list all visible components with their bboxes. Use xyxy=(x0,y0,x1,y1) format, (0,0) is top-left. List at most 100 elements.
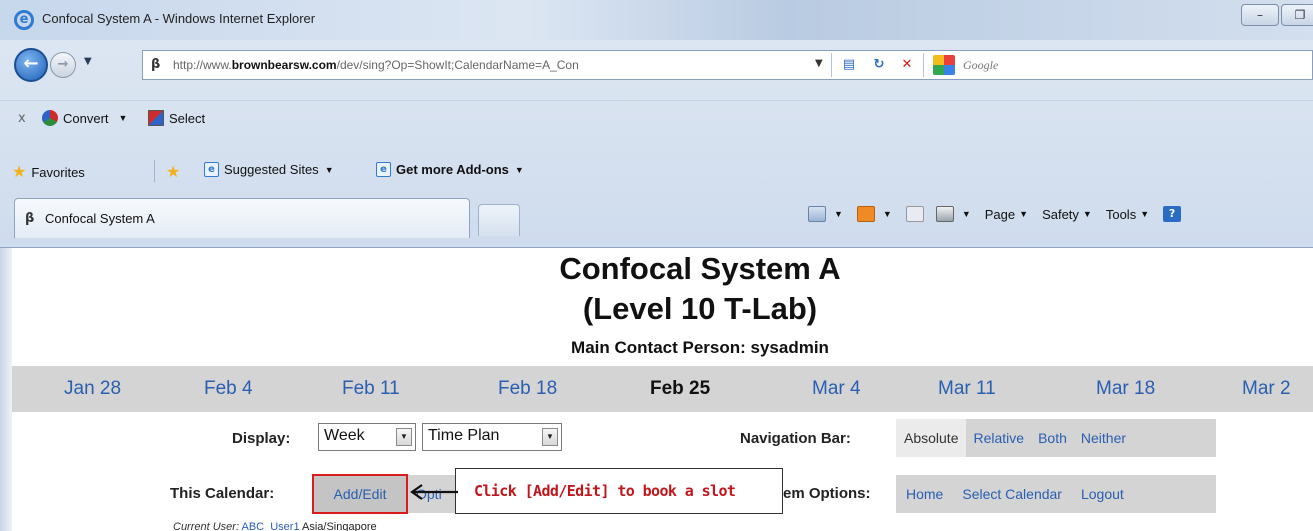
window-title: Confocal System A - Windows Internet Exp… xyxy=(42,11,316,26)
calendar-title: Confocal System A xyxy=(559,251,841,286)
search-input[interactable]: Google xyxy=(963,58,998,73)
refresh-icon[interactable]: ↻ xyxy=(869,56,889,74)
feeds-dropdown-icon[interactable]: ▼ xyxy=(883,209,892,219)
print-icon[interactable] xyxy=(935,206,954,222)
page-menu-label: Page xyxy=(984,206,1016,222)
page-content: Confocal System A (Level 10 T-Lab) Main … xyxy=(0,248,1313,531)
help-icon[interactable]: ? xyxy=(1163,206,1182,222)
week-current-feb-25: Feb 25 xyxy=(650,378,711,399)
tools-dropdown-icon[interactable]: ▼ xyxy=(1140,209,1149,219)
display-view-select[interactable]: Week ▼ xyxy=(318,423,416,451)
suggested-sites-link[interactable]: e Suggested Sites ▼ xyxy=(204,162,334,177)
tools-menu[interactable]: Tools xyxy=(1106,207,1136,222)
url-path: /dev/sing?Op=ShowIt;CalendarName=A_Con xyxy=(336,58,579,72)
logout-link[interactable]: Logout xyxy=(1069,486,1131,502)
week-link-mar-25[interactable]: Mar 2 xyxy=(1242,378,1291,400)
addon-command-bar: x Convert ▼ Select xyxy=(0,100,1313,138)
nav-option-both[interactable]: Both xyxy=(1031,430,1074,446)
week-navigation-bar: Jan 28 Feb 4 Feb 11 Feb 18 Feb 25 Mar 4 … xyxy=(12,366,1313,412)
chevron-down-icon: ▼ xyxy=(542,428,558,446)
callout-text: Click [Add/Edit] to book a slot xyxy=(474,482,736,500)
safety-menu-label: Safety xyxy=(1042,206,1079,222)
week-link-feb-4[interactable]: Feb 4 xyxy=(204,378,253,400)
get-addons-link[interactable]: e Get more Add-ons ▼ xyxy=(376,162,524,177)
compatibility-view-icon[interactable]: ▤ xyxy=(839,56,859,74)
tab-bar: β Confocal System A ▼ ▼ ▼ Page ▼ Safety … xyxy=(0,196,1313,242)
maximize-button[interactable]: ❐ xyxy=(1281,4,1313,26)
convert-dropdown-icon[interactable]: ▼ xyxy=(119,113,128,123)
display-label: Display: xyxy=(232,430,291,447)
home-link[interactable]: Home xyxy=(896,486,950,502)
safety-dropdown-icon[interactable]: ▼ xyxy=(1083,209,1092,219)
feeds-icon[interactable] xyxy=(856,206,875,222)
week-link-mar-4[interactable]: Mar 4 xyxy=(812,378,861,400)
page-menu[interactable]: Page xyxy=(985,207,1015,222)
tab-confocal-system-a[interactable]: β Confocal System A xyxy=(14,198,470,238)
favorites-label: Favorites xyxy=(31,164,85,180)
display-view-value: Week xyxy=(324,427,365,444)
week-link-feb-18[interactable]: Feb 18 xyxy=(498,378,557,400)
home-icon[interactable] xyxy=(808,206,826,222)
current-user-link[interactable]: ABC_User1 xyxy=(241,521,299,531)
stop-icon[interactable]: ✕ xyxy=(897,56,917,74)
navigation-toolbar: ← → ▼ β http://www.brownbearsw.com/dev/s… xyxy=(0,40,1313,88)
history-dropdown-icon[interactable]: ▼ xyxy=(84,56,92,67)
home-dropdown-icon[interactable]: ▼ xyxy=(834,209,843,219)
minimize-button[interactable]: – xyxy=(1241,4,1279,26)
address-bar[interactable]: β http://www.brownbearsw.com/dev/sing?Op… xyxy=(142,50,1313,80)
nav-option-absolute[interactable]: Absolute xyxy=(896,419,967,457)
favorites-button[interactable]: ★ Favorites xyxy=(12,162,85,182)
page-dropdown-icon[interactable]: ▼ xyxy=(1019,209,1028,219)
close-toolbar-icon[interactable]: x xyxy=(18,111,26,126)
display-plan-value: Time Plan xyxy=(428,427,500,444)
safety-menu[interactable]: Safety xyxy=(1042,207,1079,222)
week-link-jan-28[interactable]: Jan 28 xyxy=(64,378,121,400)
tab-favicon-icon: β xyxy=(25,211,35,226)
nav-option-neither[interactable]: Neither xyxy=(1074,430,1133,446)
instruction-callout: Click [Add/Edit] to book a slot xyxy=(455,468,783,514)
tools-menu-label: Tools xyxy=(1105,206,1137,222)
new-tab-button[interactable] xyxy=(478,204,520,236)
select-calendar-link[interactable]: Select Calendar xyxy=(950,486,1069,502)
favorites-divider xyxy=(154,160,155,182)
system-options-label: em Options: xyxy=(783,485,871,502)
display-plan-select[interactable]: Time Plan ▼ xyxy=(422,423,562,451)
search-divider xyxy=(923,53,924,77)
week-link-mar-11[interactable]: Mar 11 xyxy=(938,378,996,400)
calendar-subtitle: (Level 10 T-Lab) xyxy=(582,291,818,326)
navigation-bar-options: Absolute Relative Both Neither xyxy=(896,419,1216,457)
system-options-bar: Home Select Calendar Logout xyxy=(896,475,1216,513)
internet-explorer-icon: e xyxy=(14,10,34,30)
address-divider xyxy=(831,53,832,77)
read-mail-icon[interactable] xyxy=(905,206,924,222)
forward-button[interactable]: → xyxy=(50,52,76,78)
url-prefix: http://www. xyxy=(173,58,232,72)
print-dropdown-icon[interactable]: ▼ xyxy=(962,209,971,219)
back-button[interactable]: ← xyxy=(14,48,48,82)
select-button[interactable]: Select xyxy=(148,110,205,126)
window-titlebar[interactable]: e Confocal System A - Windows Internet E… xyxy=(0,0,1313,40)
get-addons-dropdown-icon[interactable]: ▼ xyxy=(515,165,524,175)
week-link-feb-11[interactable]: Feb 11 xyxy=(342,378,400,400)
convert-icon xyxy=(42,110,58,126)
week-link-mar-18[interactable]: Mar 18 xyxy=(1096,378,1155,400)
nav-option-relative[interactable]: Relative xyxy=(966,430,1031,446)
site-favicon-icon: β xyxy=(151,57,161,72)
suggested-sites-dropdown-icon[interactable]: ▼ xyxy=(325,165,334,175)
suggested-sites-label: Suggested Sites xyxy=(224,162,319,177)
current-user-line: Current User: ABC_User1 Asia/Singapore xyxy=(173,521,377,531)
add-edit-button[interactable]: Add/Edit xyxy=(312,474,408,514)
tab-title: Confocal System A xyxy=(45,211,155,226)
url-domain: brownbearsw.com xyxy=(231,58,337,72)
navigation-bar-label: Navigation Bar: xyxy=(740,430,851,447)
address-url[interactable]: http://www.brownbearsw.com/dev/sing?Op=S… xyxy=(173,58,579,72)
add-to-favorites-button[interactable]: ★ xyxy=(166,162,185,182)
convert-button[interactable]: Convert ▼ xyxy=(42,110,127,126)
address-dropdown-icon[interactable]: ▼ xyxy=(815,58,823,69)
window-controls: – ❐ xyxy=(1239,4,1313,26)
search-provider-icon[interactable] xyxy=(933,55,955,75)
add-favorite-icon: ★ xyxy=(166,164,181,181)
ie-page-icon: e xyxy=(204,162,219,177)
ie-page-icon: e xyxy=(376,162,391,177)
chevron-down-icon: ▼ xyxy=(396,428,412,446)
